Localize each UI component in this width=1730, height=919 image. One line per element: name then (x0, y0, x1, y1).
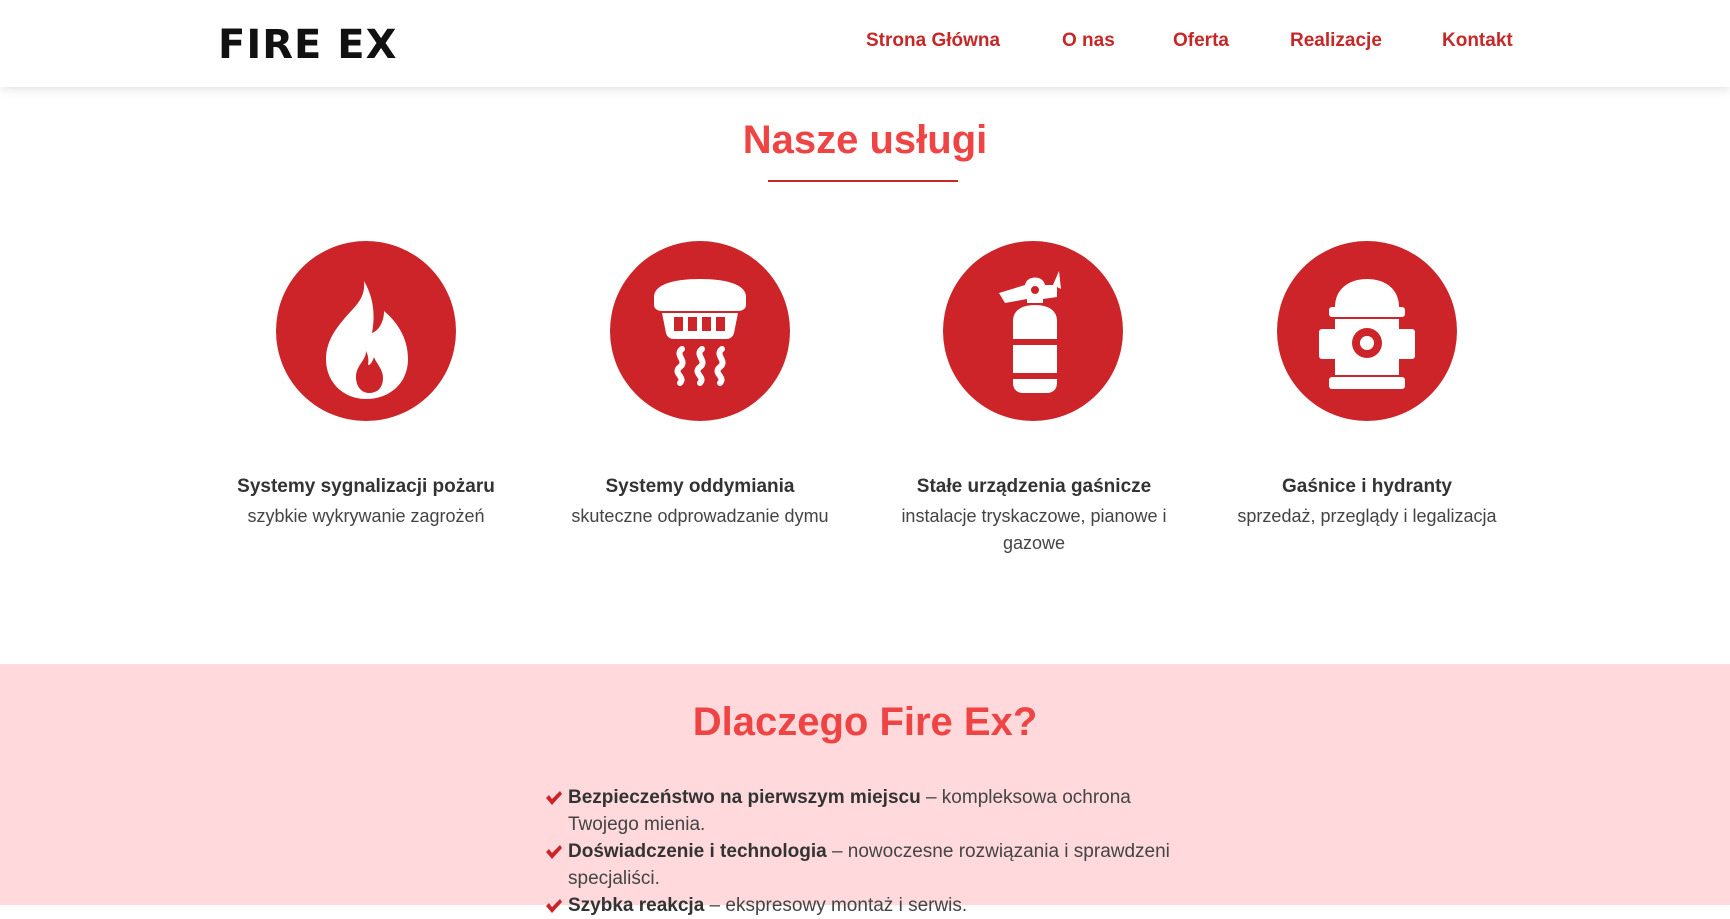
service-description: skuteczne odprowadzanie dymu (571, 506, 829, 526)
services-heading: Nasze usługi (742, 118, 988, 162)
why-item-bold: Szybka reakcja (568, 895, 705, 916)
checkmark-icon (546, 845, 562, 859)
service-description: sprzedaż, przeglądy i legalizacja (1237, 506, 1497, 526)
smoke-detector-icon (610, 241, 790, 421)
why-heading: Dlaczego Fire Ex? (692, 700, 1038, 744)
nav-link-contact[interactable]: Kontakt (1442, 30, 1513, 52)
fire-hydrant-icon (1277, 241, 1457, 421)
checkmark-icon (546, 899, 562, 913)
nav-link-about[interactable]: O nas (1062, 30, 1115, 52)
why-item-bold: Doświadczenie i technologia (568, 841, 827, 862)
service-title: Systemy sygnalizacji pożaru (237, 476, 495, 497)
service-title: Systemy oddymiania (605, 476, 795, 497)
service-title: Gaśnice i hydranty (1281, 476, 1452, 497)
service-description: instalacje tryskaczowe, pianowe i gazowe (901, 506, 1167, 553)
nav-link-home[interactable]: Strona Główna (866, 30, 1000, 52)
why-list: Bezpieczeństwo na pierwszym miejscu – ko… (545, 784, 1185, 919)
nav-link-projects[interactable]: Realizacje (1290, 30, 1382, 52)
why-list-item: Szybka reakcja – ekspresowy montaż i ser… (545, 892, 1185, 919)
fire-icon (276, 241, 456, 421)
checkmark-icon (546, 791, 562, 805)
why-list-item: Bezpieczeństwo na pierwszym miejscu – ko… (545, 784, 1185, 838)
why-list-item: Doświadczenie i technologia – nowoczesne… (545, 838, 1185, 892)
why-item-text: – ekspresowy montaż i serwis. (704, 895, 968, 916)
nav-link-offer[interactable]: Oferta (1173, 30, 1229, 52)
why-section: Dlaczego Fire Ex? Bezpieczeństwo na pier… (0, 664, 1730, 916)
fire-extinguisher-icon (943, 241, 1123, 421)
main-navigation: Strona Główna O nas Oferta Realizacje Ko… (0, 30, 1730, 60)
site-header: FIRE EX Strona Główna O nas Oferta Reali… (0, 0, 1730, 87)
service-title: Stałe urządzenia gaśnicze (916, 476, 1152, 497)
why-item-bold: Bezpieczeństwo na pierwszym miejscu (568, 787, 921, 808)
service-description: szybkie wykrywanie zagrożeń (247, 506, 485, 526)
services-heading-underline (768, 180, 958, 182)
